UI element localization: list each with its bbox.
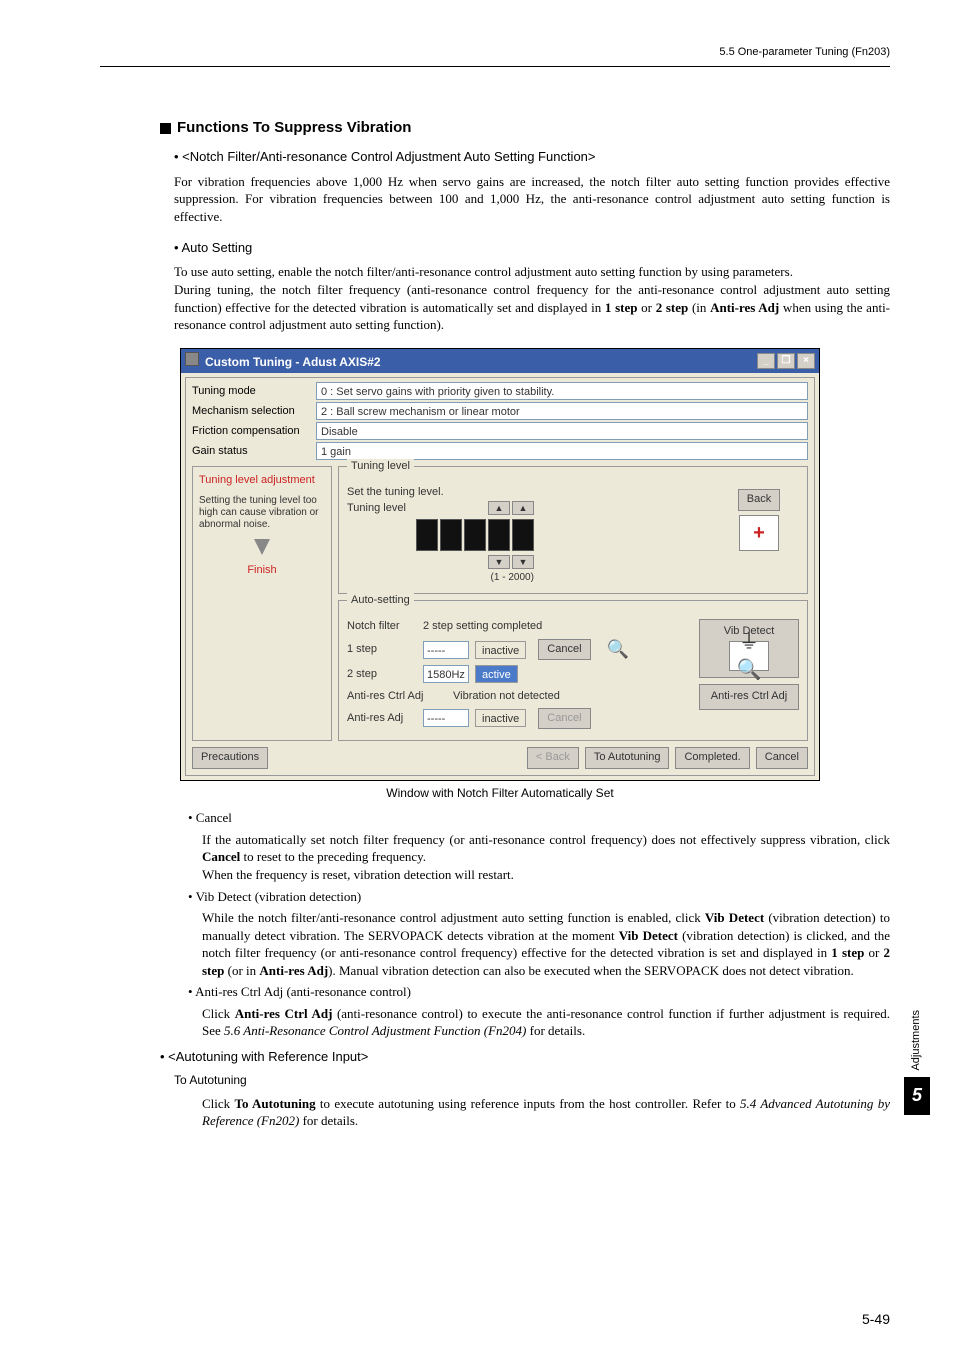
arc-title: • Anti-res Ctrl Adj (anti-resonance cont… xyxy=(188,983,890,1001)
figure-caption: Window with Notch Filter Automatically S… xyxy=(180,785,820,802)
left-panel: Tuning level adjustment Setting the tuni… xyxy=(192,466,332,741)
notch-cancel-button[interactable]: Cancel xyxy=(538,639,590,660)
to-autotuning-heading: To Autotuning xyxy=(174,1072,890,1089)
adjustment-title: Tuning level adjustment xyxy=(199,473,325,488)
magnifier-icon: 🔍 xyxy=(607,637,629,662)
antires-hz: ----- xyxy=(423,709,469,727)
completed-button[interactable]: Completed. xyxy=(675,747,749,768)
vib-detect-icon: ⏚🔍 xyxy=(729,641,769,671)
minimize-button[interactable]: _ xyxy=(757,353,775,369)
square-bullet-icon xyxy=(160,123,171,134)
divider xyxy=(100,66,890,67)
notch-filter-value: 2 step setting completed xyxy=(423,619,583,634)
vib-body: While the notch filter/anti-resonance co… xyxy=(202,909,890,979)
plus-icon-button[interactable]: + xyxy=(739,515,779,551)
cancel-body2: When the frequency is reset, vibration d… xyxy=(202,866,890,884)
autoref-title: • <Autotuning with Reference Input> xyxy=(160,1048,890,1066)
cancel-title: • Cancel xyxy=(188,809,890,827)
tuning-legend: Tuning level xyxy=(347,459,414,474)
digit xyxy=(488,519,510,551)
digit-display xyxy=(416,519,534,551)
auto-body1: To use auto setting, enable the notch fi… xyxy=(174,263,890,281)
step2-status: active xyxy=(475,665,518,683)
window-title: Custom Tuning - Adust AXIS#2 xyxy=(205,355,381,369)
arc-adj-value: Vibration not detected xyxy=(453,689,560,704)
notch-body: For vibration frequencies above 1,000 Hz… xyxy=(174,173,890,226)
cancel-body: If the automatically set notch filter fr… xyxy=(202,831,890,866)
mechanism-value[interactable]: 2 : Ball screw mechanism or linear motor xyxy=(316,402,808,420)
friction-label: Friction compensation xyxy=(192,424,316,439)
titlebar: Custom Tuning - Adust AXIS#2 _ ❐ × xyxy=(181,349,819,374)
friction-value[interactable]: Disable xyxy=(316,422,808,440)
app-icon xyxy=(185,352,199,366)
set-level-label: Set the tuning level. xyxy=(347,485,709,500)
step2-hz: 1580Hz xyxy=(423,665,469,683)
antires-cancel-button[interactable]: Cancel xyxy=(538,708,590,729)
auto-body2: During tuning, the notch filter frequenc… xyxy=(174,281,890,334)
tuning-level-label: Tuning level xyxy=(347,501,406,516)
tuning-mode-value[interactable]: 0 : Set servo gains with priority given … xyxy=(316,382,808,400)
gain-value[interactable]: 1 gain xyxy=(316,442,808,460)
spin-up-1[interactable]: ▲ xyxy=(488,501,510,515)
page-number: 5-49 xyxy=(862,1310,890,1330)
arc-button[interactable]: Anti-res Ctrl Adj xyxy=(699,684,799,709)
side-tab-number: 5 xyxy=(904,1077,930,1115)
side-tab-label: Adjustments xyxy=(909,1010,924,1071)
digit xyxy=(464,519,486,551)
mechanism-label: Mechanism selection xyxy=(192,404,316,419)
auto-setting-legend: Auto-setting xyxy=(347,593,414,608)
close-button[interactable]: × xyxy=(797,353,815,369)
arc-adj-label: Anti-res Ctrl Adj xyxy=(347,689,447,704)
antires-status: inactive xyxy=(475,709,526,727)
cancel-nav-button[interactable]: Cancel xyxy=(756,747,808,768)
window: Custom Tuning - Adust AXIS#2 _ ❐ × Tunin… xyxy=(180,348,820,781)
precautions-button[interactable]: Precautions xyxy=(192,747,268,768)
notch-title: • <Notch Filter/Anti-resonance Control A… xyxy=(174,148,890,166)
maximize-button[interactable]: ❐ xyxy=(777,353,795,369)
step1-hz: ----- xyxy=(423,641,469,659)
spin-down-2[interactable]: ▼ xyxy=(512,555,534,569)
digit xyxy=(416,519,438,551)
tuning-level-group: Tuning level Set the tuning level. Tunin… xyxy=(338,466,808,593)
vib-detect-button[interactable]: Vib Detect ⏚🔍 xyxy=(699,619,799,678)
back-button[interactable]: Back xyxy=(738,489,780,510)
plus-icon: + xyxy=(753,519,765,547)
notch-filter-label: Notch filter xyxy=(347,619,417,634)
digit xyxy=(512,519,534,551)
autoref-body: Click To Autotuning to execute autotunin… xyxy=(202,1095,890,1130)
auto-title: • Auto Setting xyxy=(174,239,890,257)
header-breadcrumb: 5.5 One-parameter Tuning (Fn203) xyxy=(100,45,890,60)
spin-up-2[interactable]: ▲ xyxy=(512,501,534,515)
to-autotuning-button[interactable]: To Autotuning xyxy=(585,747,670,768)
arc-body: Click Anti-res Ctrl Adj (anti-resonance … xyxy=(202,1005,890,1040)
range-label: (1 - 2000) xyxy=(416,571,534,585)
back-nav-button[interactable]: < Back xyxy=(527,747,579,768)
gain-label: Gain status xyxy=(192,444,316,459)
tuning-mode-label: Tuning mode xyxy=(192,384,316,399)
step2-label: 2 step xyxy=(347,667,417,682)
spin-down-1[interactable]: ▼ xyxy=(488,555,510,569)
section-title: Functions To Suppress Vibration xyxy=(160,117,890,138)
step1-status: inactive xyxy=(475,641,526,659)
digit xyxy=(440,519,462,551)
finish-label: Finish xyxy=(199,563,325,578)
auto-setting-group: Auto-setting Notch filter 2 step setting… xyxy=(338,600,808,741)
antires-label: Anti-res Adj xyxy=(347,711,417,726)
adjustment-note: Setting the tuning level too high can ca… xyxy=(199,495,325,531)
vib-title: • Vib Detect (vibration detection) xyxy=(188,888,890,906)
step1-label: 1 step xyxy=(347,642,417,657)
arrow-down-icon xyxy=(254,539,270,555)
